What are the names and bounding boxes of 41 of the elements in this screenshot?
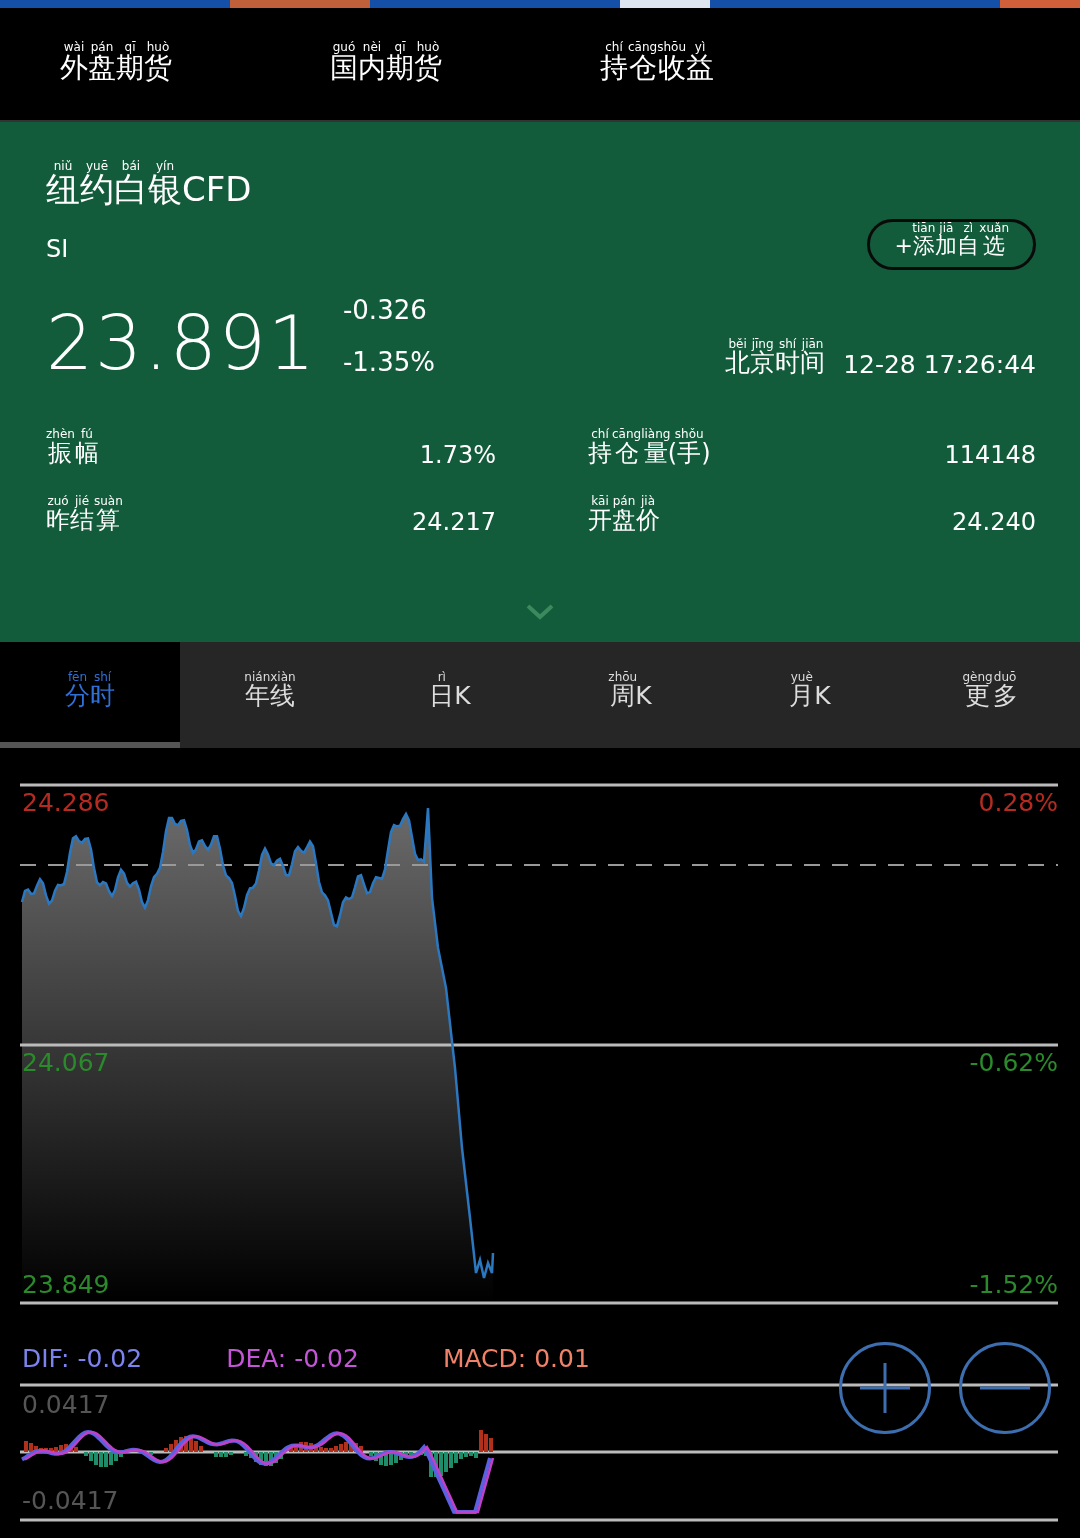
instrument-code: SI bbox=[46, 234, 69, 263]
percent-axis-label: -0.62% bbox=[969, 1048, 1058, 1077]
period-tab[interactable]: 日 rì K bbox=[360, 642, 540, 748]
time-label: 北 běi 京 jīng 时 shí 间 jiān bbox=[725, 337, 826, 379]
last-price: 23.891 bbox=[46, 300, 317, 386]
stat-label: 持 chí 仓 cāng 量 liàng (手 shǒu ) bbox=[588, 428, 711, 469]
indicator-value: DIF: -0.02 bbox=[22, 1344, 143, 1373]
quote-time: 12-28 17:26:44 bbox=[843, 349, 1036, 379]
period-tab[interactable]: 月 yuè K bbox=[720, 642, 900, 748]
plus-icon bbox=[858, 1361, 912, 1415]
price-axis-label: 23.849 bbox=[22, 1270, 110, 1299]
period-tab[interactable]: 分 fēn 时 shí bbox=[0, 642, 180, 748]
nav-tab[interactable]: 外 wài 盘 pán 期 qī 货 huò bbox=[60, 41, 330, 87]
stat-label: 开 kāi 盘 pán 价 jià bbox=[588, 495, 660, 536]
price-axis-label: 24.067 bbox=[22, 1048, 110, 1077]
stat-label: 振 zhèn 幅 fú bbox=[46, 428, 99, 469]
macd-axis-label: 0.0417 bbox=[22, 1390, 110, 1419]
add-watchlist-button[interactable]: +添 tiān 加 jiā 自 zì 选 xuǎn bbox=[867, 219, 1036, 270]
price-axis-label: 24.286 bbox=[22, 788, 110, 817]
stat-value: 24.217 bbox=[412, 508, 496, 536]
stat-label: 昨 zuó 结 jié 算 suàn bbox=[46, 495, 123, 536]
indicator-value: DEA: -0.02 bbox=[226, 1344, 359, 1373]
price-change: -0.326 bbox=[342, 295, 428, 325]
instrument-name: 纽 niǔ 约 yuē 白 bái 银 yín CFD bbox=[46, 160, 252, 211]
nav-tab[interactable]: 国 guó 内 nèi 期 qī 货 huò bbox=[330, 41, 600, 87]
percent-axis-label: 0.28% bbox=[978, 788, 1058, 817]
period-tab[interactable]: 年 nián 线 xiàn bbox=[180, 642, 360, 748]
histogram-bar bbox=[149, 1452, 153, 1455]
nav-tab[interactable]: 持 chí 仓 cāng 收 shōu 益 yì bbox=[600, 41, 870, 87]
minus-icon bbox=[980, 1386, 1030, 1390]
stat-value: 114148 bbox=[944, 441, 1036, 469]
stat-value: 1.73% bbox=[419, 441, 496, 469]
percent-axis-label: -1.52% bbox=[969, 1270, 1058, 1299]
stat-value: 24.240 bbox=[952, 508, 1036, 536]
period-tab[interactable]: 更 gèng 多 duō bbox=[900, 642, 1080, 748]
percent-change: -1.35% bbox=[342, 347, 435, 377]
macd-axis-label: -0.0417 bbox=[22, 1486, 119, 1515]
period-tab[interactable]: 周 zhōu K bbox=[540, 642, 720, 748]
zoom-in-button[interactable] bbox=[839, 1342, 931, 1434]
zoom-out-button[interactable] bbox=[959, 1342, 1051, 1434]
indicator-value: MACD: 0.01 bbox=[442, 1344, 590, 1373]
